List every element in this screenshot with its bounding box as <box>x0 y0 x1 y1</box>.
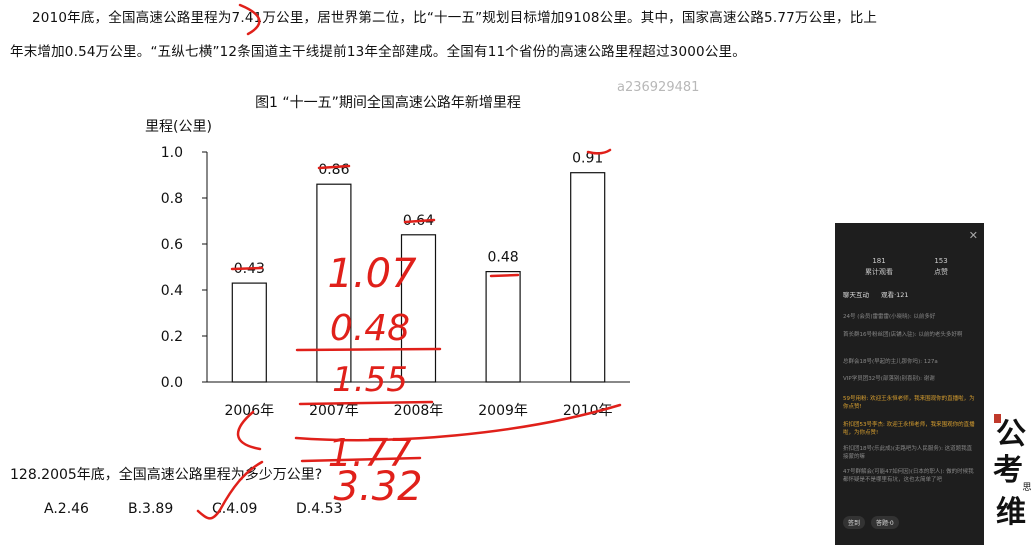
x-tick-label: 2009年 <box>478 403 528 419</box>
checkin-button[interactable]: 签到 <box>843 516 866 529</box>
bar <box>400 234 437 383</box>
chat-message: 折扣团18号(乐此成)(走路吧为人民服务): 这道题我直接蒙的嘛 <box>843 446 973 460</box>
x-tick-label: 2007年 <box>309 403 359 419</box>
option-c[interactable]: C.4.09 <box>212 501 257 517</box>
option-d[interactable]: D.4.53 <box>296 501 342 517</box>
y-tick-label: 0.0 <box>161 375 183 391</box>
x-tick-label: 2006年 <box>224 403 274 419</box>
y-tick-label: 1.0 <box>161 145 183 161</box>
y-tick-label: 0.2 <box>161 329 183 345</box>
y-axis-label: 里程(公里) <box>145 119 212 135</box>
y-tick-label: 0.4 <box>161 283 183 299</box>
bar-value-label: 0.43 <box>234 261 265 277</box>
bar-chart: 图1 “十一五”期间全国高速公路年新增里程里程(公里) 0.0 0.2 0.4 0.6 0… <box>145 94 630 419</box>
svg-text:维: 维 <box>996 495 1026 530</box>
option-a[interactable]: A.2.46 <box>44 501 89 517</box>
bar-value-label: 0.48 <box>488 250 519 266</box>
stat-likes-label: 点赞 <box>934 268 948 276</box>
bar <box>231 282 267 383</box>
chart-title: 图1 “十一五”期间全国高速公路年新增里程 <box>255 94 521 111</box>
x-tick-label: 2010年 <box>563 403 613 419</box>
question-text: 128.2005年底，全国高速公路里程为多少万公里? <box>10 467 323 483</box>
bar-value-label: 0.64 <box>403 213 434 229</box>
handwritten-number: 3.32 <box>333 464 422 510</box>
tab-chat[interactable]: 聊天互动 <box>843 291 869 299</box>
calligraphy-logo: 公 考 维 思 <box>993 414 1032 530</box>
svg-text:思: 思 <box>1022 482 1031 493</box>
stat-views: 181 累计观看 <box>849 256 909 278</box>
bar <box>316 183 352 383</box>
stat-views-value: 181 <box>872 257 886 265</box>
chat-message: 首长群16号粉丝团(店铺入驻): 以前的老头多好啊 <box>843 332 963 338</box>
bar-value-label: 0.91 <box>572 151 603 167</box>
stat-likes-value: 153 <box>934 257 948 265</box>
option-b[interactable]: B.3.89 <box>128 501 173 517</box>
bar-value-label: 0.86 <box>318 162 349 178</box>
chat-message: 折扣团53号李杰: 欢迎王永恒老师，我来围观你的直播啦，为你点赞! <box>843 422 975 436</box>
chat-action-buttons: 签到 答题·0 <box>843 516 903 529</box>
quiz-button[interactable]: 答题·0 <box>870 516 899 529</box>
close-icon[interactable]: ✕ <box>969 229 978 242</box>
chat-message: 59号用粉: 欢迎王永恒老师，我来围观你的直播啦，为你点赞! <box>843 396 975 410</box>
chat-message: VIP学员团32号(部落别(别喜别): 谢谢 <box>843 376 935 382</box>
stat-likes: 153 点赞 <box>911 256 971 278</box>
chat-tabs: 聊天互动 观看·121 <box>843 289 919 299</box>
live-chat-panel: ✕ 181 累计观看 153 点赞 聊天互动 观看·121 24号 (会员)雷雷… <box>835 223 984 545</box>
stat-views-label: 累计观看 <box>865 268 893 276</box>
chat-message: 总群会18号(早起的主儿那你吗): 127a <box>843 359 938 365</box>
chat-message: 24号 (会员)雷雷雷(小晓晓): 以前多好 <box>843 314 936 320</box>
tab-viewers[interactable]: 观看·121 <box>881 291 908 299</box>
chat-message: 47号群解会(可能47如何因)(日本的职人): 做的时候我都怀疑是不是哪里有坑，… <box>843 469 974 483</box>
x-tick-label: 2008年 <box>394 403 444 419</box>
y-tick-label: 0.6 <box>161 237 183 253</box>
svg-text:考: 考 <box>993 453 1023 488</box>
y-tick-label: 0.8 <box>161 191 183 207</box>
bar <box>485 271 521 383</box>
bar <box>570 172 606 383</box>
